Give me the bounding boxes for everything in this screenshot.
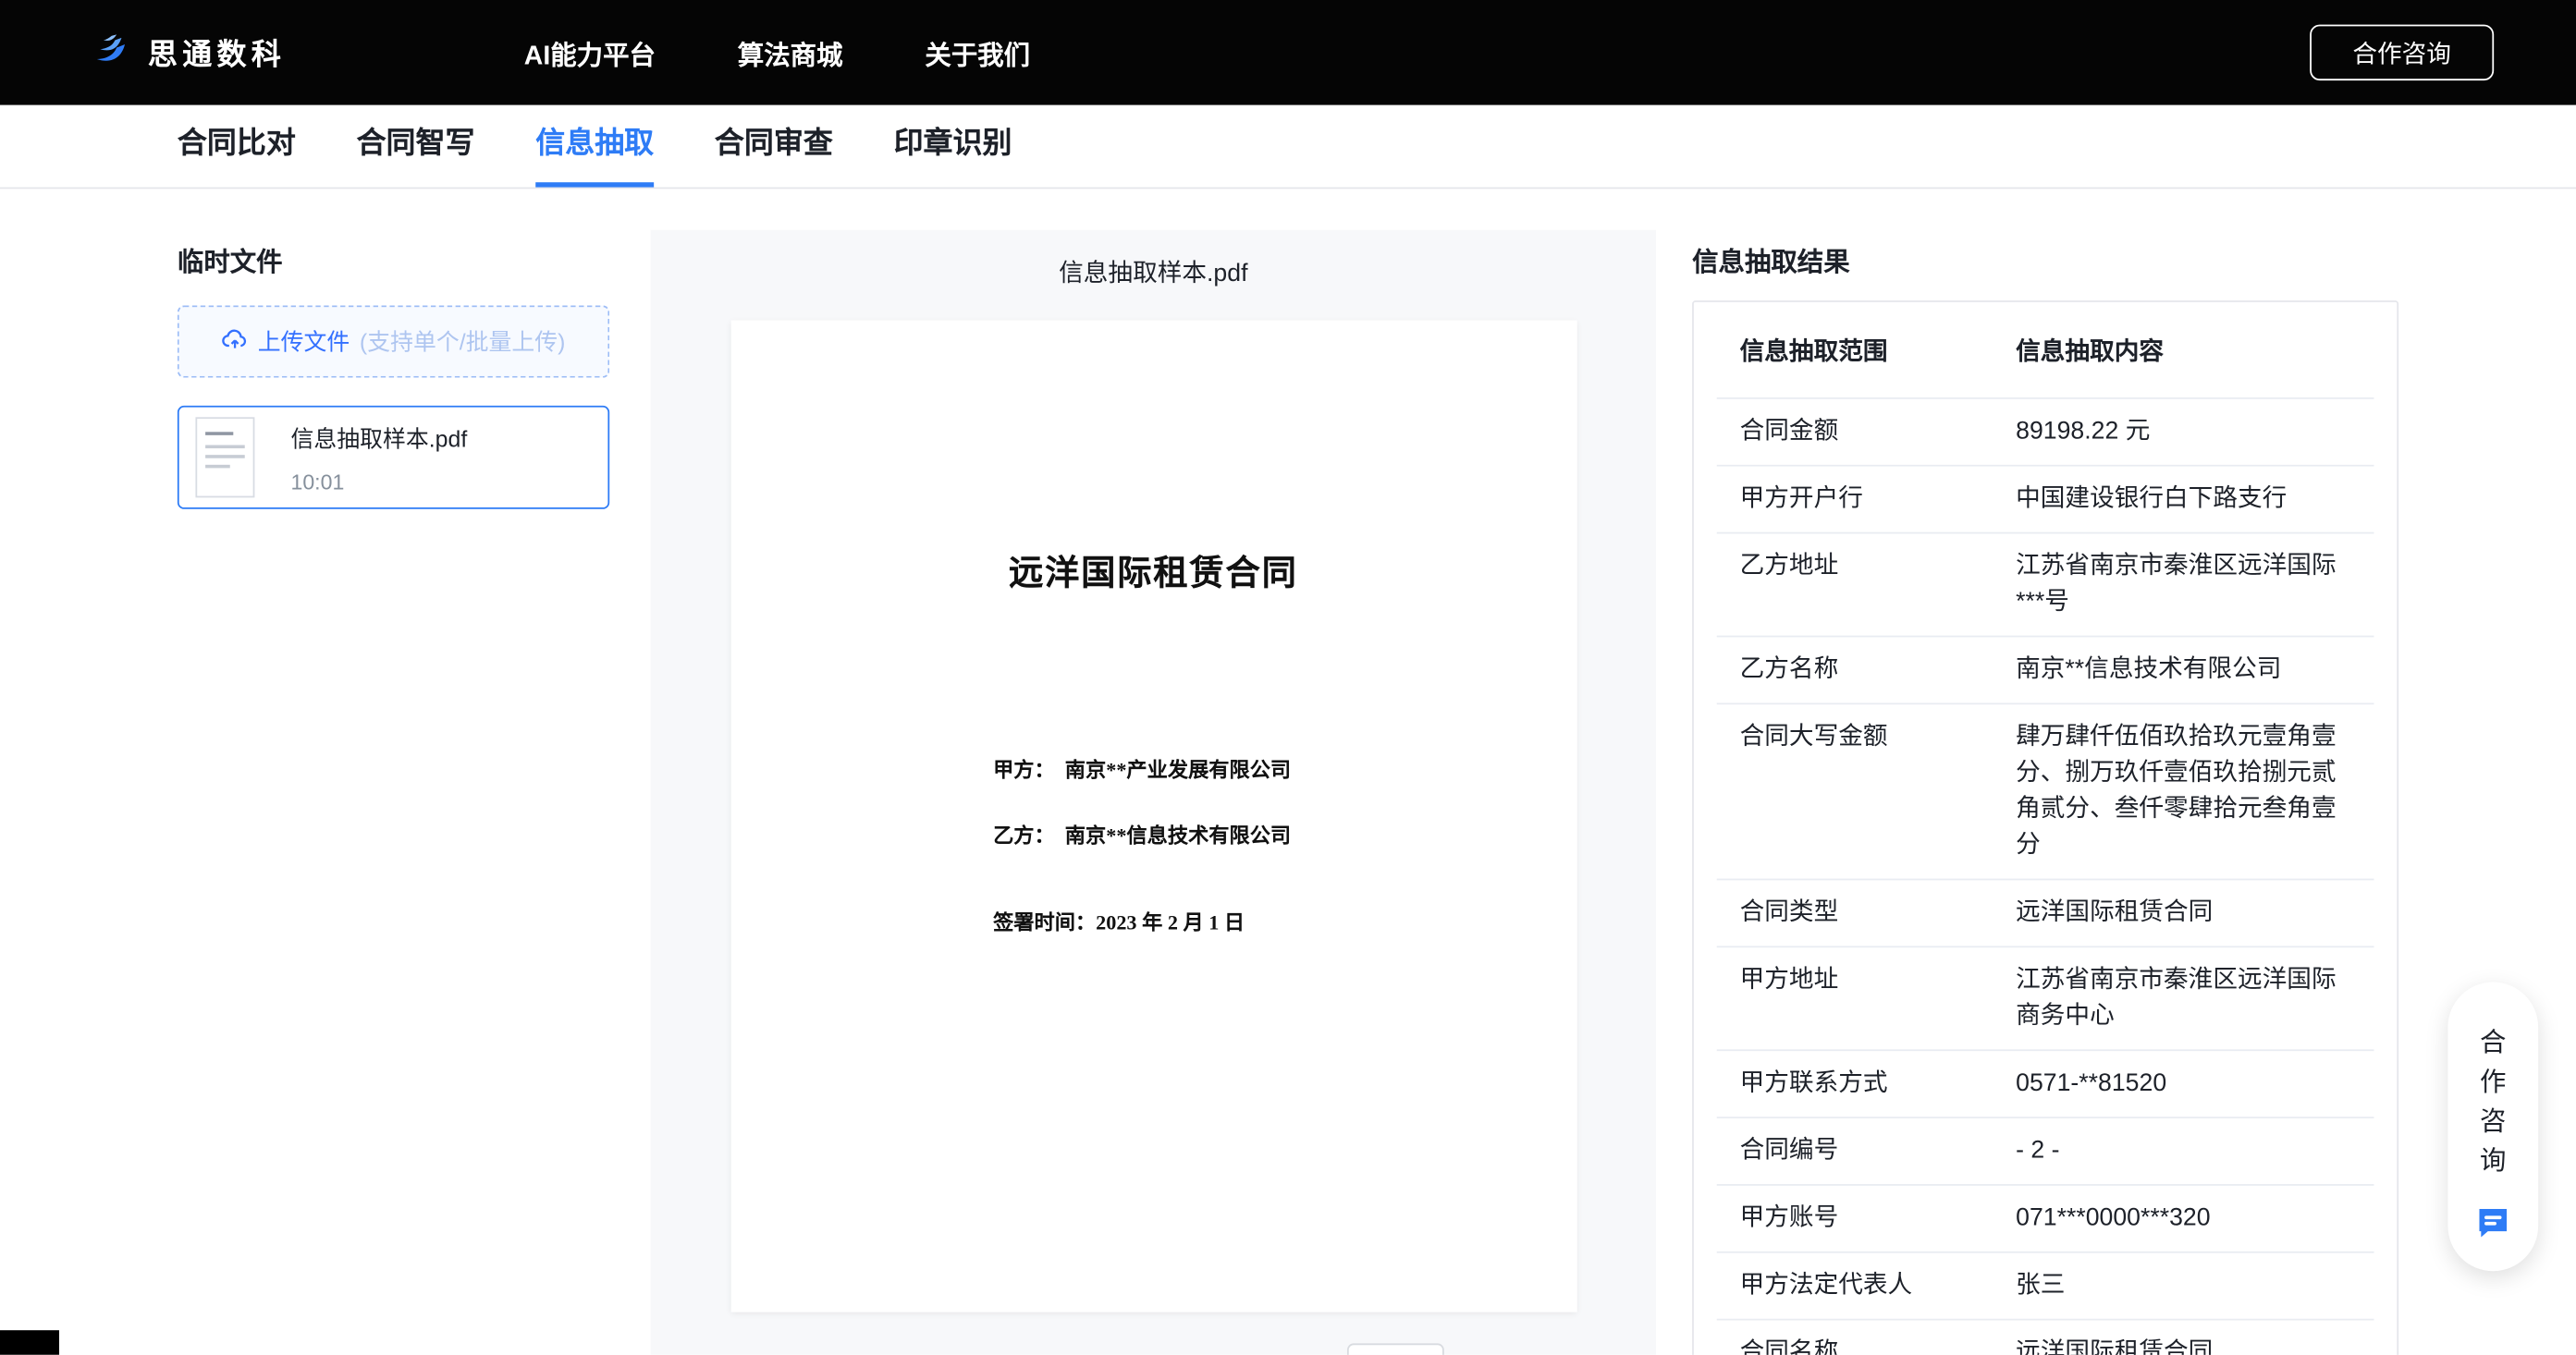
- table-row: 合同编号 - 2 -: [1717, 1118, 2374, 1186]
- nav-item-ai-platform[interactable]: AI能力平台: [524, 33, 656, 73]
- preview-pagination-partial[interactable]: [1347, 1343, 1444, 1354]
- table-row: 甲方法定代表人 张三: [1717, 1253, 2374, 1321]
- row-field: 甲方开户行: [1740, 482, 2017, 518]
- table-row: 合同类型 远洋国际租赁合同: [1717, 880, 2374, 947]
- row-value: 远洋国际租赁合同: [2016, 895, 2354, 931]
- extraction-results-panel: 信息抽取结果 信息抽取范围 信息抽取内容 合同金额 89198.22 元 甲方开…: [1692, 189, 2398, 1355]
- row-value: 肆万肆仟伍佰玖拾玖元壹角壹分、捌万玖仟壹佰玖拾捌元贰角贰分、叁仟零肆拾元叁角壹分: [2016, 719, 2354, 863]
- tab-contract-review[interactable]: 合同审查: [715, 105, 833, 188]
- results-table: 信息抽取范围 信息抽取内容 合同金额 89198.22 元 甲方开户行 中国建设…: [1692, 300, 2398, 1355]
- table-row: 合同大写金额 肆万肆仟伍佰玖拾玖元壹角壹分、捌万玖仟壹佰玖拾捌元贰角贰分、叁仟零…: [1717, 704, 2374, 880]
- contract-party-a: 甲方： 南京**产业发展有限公司: [993, 757, 1511, 785]
- table-header-row: 信息抽取范围 信息抽取内容: [1717, 302, 2374, 399]
- pdf-preview-panel: 信息抽取样本.pdf 远洋国际租赁合同 甲方： 南京**产业发展有限公司 乙方：…: [651, 230, 1656, 1355]
- tab-seal-recognition[interactable]: 印章识别: [894, 105, 1012, 188]
- file-list-item-selected[interactable]: 信息抽取样本.pdf 10:01: [178, 406, 609, 509]
- row-field: 甲方联系方式: [1740, 1066, 2017, 1102]
- floating-consult-widget[interactable]: 合作咨询: [2447, 983, 2538, 1272]
- nav-item-algo-market[interactable]: 算法商城: [738, 33, 843, 73]
- table-row: 甲方开户行 中国建设银行白下路支行: [1717, 467, 2374, 534]
- header-field: 信息抽取范围: [1740, 335, 2017, 371]
- temp-files-title: 临时文件: [178, 239, 609, 279]
- file-time: 10:01: [290, 469, 467, 494]
- row-field: 合同类型: [1740, 895, 2017, 931]
- row-value: 江苏省南京市秦淮区远洋国际***号: [2016, 548, 2354, 620]
- contract-title: 远洋国际租赁合同: [796, 550, 1511, 598]
- brand-logo-icon: [91, 27, 133, 78]
- row-field: 合同金额: [1740, 414, 2017, 450]
- table-row: 乙方地址 江苏省南京市秦淮区远洋国际***号: [1717, 533, 2374, 637]
- file-thumbnail: [179, 408, 272, 507]
- table-row: 合同金额 89198.22 元: [1717, 399, 2374, 467]
- chat-bubble-icon[interactable]: [2472, 1202, 2513, 1251]
- row-field: 甲方账号: [1740, 1201, 2017, 1237]
- contract-party-b: 乙方： 南京**信息技术有限公司: [993, 823, 1511, 850]
- tab-contract-compare[interactable]: 合同比对: [178, 105, 296, 188]
- row-value: 071***0000***320: [2016, 1201, 2354, 1237]
- floating-consult-label: 合作咨询: [2479, 1025, 2507, 1183]
- row-value: 江苏省南京市秦淮区远洋国际商务中心: [2016, 962, 2354, 1034]
- brand[interactable]: 思通数科: [91, 27, 286, 78]
- row-field: 甲方法定代表人: [1740, 1268, 2017, 1304]
- feature-tabbar: 合同比对 合同智写 信息抽取 合同审查 印章识别: [0, 105, 2576, 189]
- consult-button[interactable]: 合作咨询: [2310, 25, 2494, 80]
- upload-file-button[interactable]: 上传文件 (支持单个/批量上传): [178, 305, 609, 377]
- row-field: 合同名称: [1740, 1336, 2017, 1355]
- upload-cloud-icon: [222, 326, 248, 358]
- table-row: 甲方账号 071***0000***320: [1717, 1186, 2374, 1253]
- row-value: 89198.22 元: [2016, 414, 2354, 450]
- bottom-left-artifact: [0, 1330, 59, 1355]
- row-field: 乙方地址: [1740, 548, 2017, 584]
- row-value: 南京**信息技术有限公司: [2016, 652, 2354, 688]
- tab-contract-smartwrite[interactable]: 合同智写: [357, 105, 475, 188]
- nav-item-about-us[interactable]: 关于我们: [925, 33, 1030, 73]
- table-row: 甲方地址 江苏省南京市秦淮区远洋国际商务中心: [1717, 947, 2374, 1051]
- row-field: 合同编号: [1740, 1133, 2017, 1169]
- header-value: 信息抽取内容: [2016, 335, 2354, 371]
- top-navbar: 思通数科 AI能力平台 算法商城 关于我们 合作咨询: [0, 0, 2576, 105]
- contract-sign-date: 签署时间：2023 年 2 月 1 日: [993, 909, 1511, 937]
- brand-name: 思通数科: [148, 31, 286, 74]
- row-value: 中国建设银行白下路支行: [2016, 482, 2354, 518]
- navbar-links: AI能力平台 算法商城 关于我们: [524, 33, 1030, 73]
- row-value: 张三: [2016, 1268, 2354, 1304]
- table-row: 合同名称 远洋国际租赁合同: [1717, 1321, 2374, 1355]
- preview-file-title: 信息抽取样本.pdf: [651, 230, 1656, 289]
- upload-hint: (支持单个/批量上传): [360, 325, 565, 359]
- row-value: 0571-**81520: [2016, 1066, 2354, 1102]
- table-row: 乙方名称 南京**信息技术有限公司: [1717, 637, 2374, 704]
- row-field: 乙方名称: [1740, 652, 2017, 688]
- page: 思通数科 AI能力平台 算法商城 关于我们 合作咨询 合同比对 合同智写 信息抽…: [0, 0, 2576, 1355]
- temp-files-panel: 临时文件 上传文件 (支持单个/批量上传) 信息抽取样本.pdf 10:01: [178, 189, 609, 508]
- row-field: 甲方地址: [1740, 962, 2017, 998]
- upload-label: 上传文件: [258, 325, 350, 359]
- pdf-page: 远洋国际租赁合同 甲方： 南京**产业发展有限公司 乙方： 南京**信息技术有限…: [730, 320, 1576, 1312]
- table-row: 甲方联系方式 0571-**81520: [1717, 1051, 2374, 1118]
- row-value: - 2 -: [2016, 1133, 2354, 1169]
- file-name: 信息抽取样本.pdf: [290, 421, 467, 455]
- tab-info-extraction[interactable]: 信息抽取: [535, 105, 654, 188]
- file-meta: 信息抽取样本.pdf 10:01: [290, 421, 467, 494]
- row-value: 远洋国际租赁合同: [2016, 1336, 2354, 1355]
- row-field: 合同大写金额: [1740, 719, 2017, 755]
- results-title: 信息抽取结果: [1692, 239, 2398, 279]
